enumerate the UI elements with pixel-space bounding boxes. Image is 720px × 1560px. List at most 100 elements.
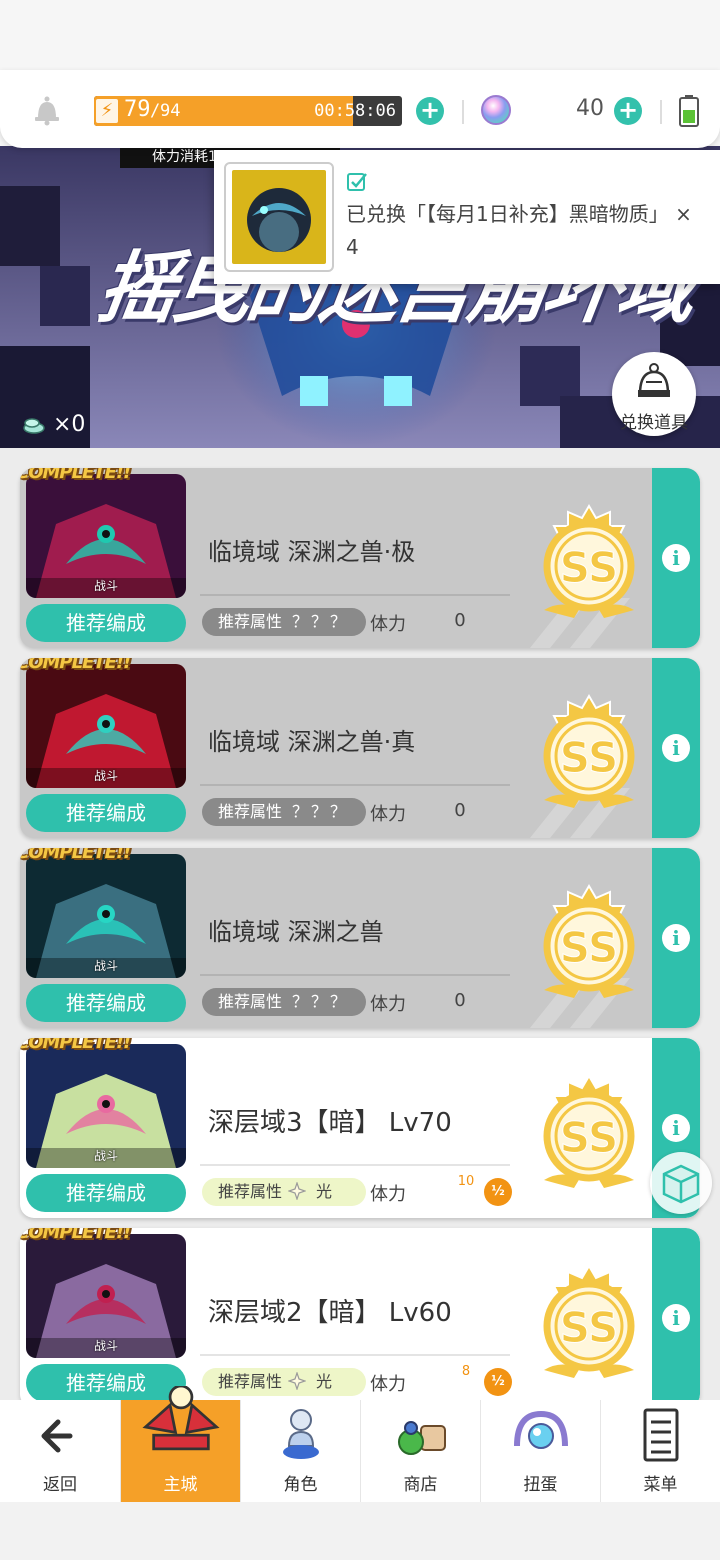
recommended-attribute-value: 光 xyxy=(316,1372,336,1391)
divider xyxy=(462,100,464,124)
stage-list[interactable]: 战斗 推荐编成 临境域 深渊之兽·极 推荐属性 ？？？ 体力 0 SS i COM… xyxy=(0,448,720,1400)
stamina-bar: ⚡ 79 / 94 00:58:06 xyxy=(94,96,402,126)
recommended-attribute-label: 推荐属性 xyxy=(218,612,283,631)
light-element-icon xyxy=(288,1182,307,1200)
info-icon[interactable]: i xyxy=(662,1114,690,1142)
rank-ss-emblem: SS xyxy=(543,694,635,808)
nav-gacha[interactable]: 扭蛋 xyxy=(480,1400,600,1502)
divider xyxy=(660,100,662,124)
nav-menu[interactable]: 菜单 xyxy=(600,1400,720,1502)
status-bar: ⚡ 79 / 94 00:58:06 + 40 + xyxy=(0,70,720,148)
bell-icon[interactable] xyxy=(32,94,62,126)
recommended-attribute-pill: 推荐属性 ？？？ xyxy=(202,608,366,636)
rank-ss-emblem: SS xyxy=(543,504,635,618)
floating-cube-button[interactable] xyxy=(650,1152,712,1214)
stage-name: 临境域 深渊之兽·真 xyxy=(208,728,416,756)
stamina-cost-value: 0 xyxy=(454,800,466,821)
divider xyxy=(200,974,510,976)
stage-info-strip[interactable]: i xyxy=(652,1228,700,1400)
battery-icon xyxy=(679,95,699,127)
nav-back[interactable]: 返回 xyxy=(0,1400,120,1502)
redeem-toast: 已兑换「【每月1日补充】黑暗物质」 × 4 xyxy=(214,150,720,284)
complete-badge: COMPLETE!! xyxy=(20,1228,131,1243)
nav-main-city[interactable]: 主城 xyxy=(120,1386,240,1502)
complete-badge: COMPLETE!! xyxy=(20,658,131,673)
stage-card[interactable]: 战斗 推荐编成 临境域 深渊之兽·极 推荐属性？？？ 体力 0 SS i COM… xyxy=(20,468,700,648)
stamina-cost-value: 8 xyxy=(461,1364,471,1379)
stamina-cost-label: 体力 xyxy=(370,1184,406,1205)
info-icon[interactable]: i xyxy=(662,924,690,952)
stamina-half-badge: ½ xyxy=(484,1178,512,1206)
recommended-team-button[interactable]: 推荐编成 xyxy=(26,794,186,832)
rank-ss-emblem: SS xyxy=(543,884,635,998)
recommended-attribute-label: 推荐属性 xyxy=(218,1182,283,1201)
shop-icon xyxy=(398,1421,446,1455)
checkbox-checked-icon xyxy=(347,173,367,191)
bottom-navigation: 返回 主城 角色 商店 扭蛋 菜单 xyxy=(0,1386,720,1502)
stamina-cost-label: 体力 xyxy=(370,804,406,825)
stage-name: 深层域2【暗】 Lv60 xyxy=(208,1298,452,1328)
exchange-item-count-text: ×0 xyxy=(53,412,86,437)
stage-name: 临境域 深渊之兽·极 xyxy=(208,538,416,566)
nav-main-city-label: 主城 xyxy=(163,1475,198,1495)
stage-thumbnail: 战斗 xyxy=(26,1044,186,1168)
exchange-item-count: ×0 xyxy=(22,412,85,437)
stage-thumbnail: 战斗 xyxy=(26,664,186,788)
stage-type-label: 战斗 xyxy=(93,1339,118,1353)
divider xyxy=(200,1164,510,1166)
nav-menu-label: 菜单 xyxy=(643,1475,678,1495)
rank-text: SS xyxy=(560,1113,619,1162)
gem-count: 40 xyxy=(576,96,604,121)
stage-thumbnail: 战斗 xyxy=(26,474,186,598)
recommended-team-button[interactable]: 推荐编成 xyxy=(26,984,186,1022)
recommended-team-button[interactable]: 推荐编成 xyxy=(26,604,186,642)
recommended-attribute-value: ？？？ xyxy=(292,612,350,631)
exchange-token-icon xyxy=(23,418,45,434)
add-stamina-button[interactable]: + xyxy=(416,97,444,125)
recommended-attribute-pill: 推荐属性 光 xyxy=(202,1178,366,1206)
recommended-attribute-pill: 推荐属性 ？？？ xyxy=(202,988,366,1016)
stage-type-label: 战斗 xyxy=(93,1149,118,1163)
recommended-attribute-label: 推荐属性 xyxy=(218,802,283,821)
recommended-attribute-value: ？？？ xyxy=(292,992,350,1011)
stage-card[interactable]: 战斗 推荐编成 临境域 深渊之兽·真 推荐属性？？？ 体力 0 SS i COM… xyxy=(20,658,700,838)
stage-thumbnail: 战斗 xyxy=(26,1234,186,1358)
stage-card[interactable]: 战斗 推荐编成 深层域3【暗】 Lv70 推荐属性光 体力 10 ½ SS i … xyxy=(20,1038,700,1218)
stamina-current: 79 xyxy=(124,97,151,122)
recommended-attribute-label: 推荐属性 xyxy=(218,992,283,1011)
nav-back-label: 返回 xyxy=(43,1475,77,1495)
stage-card[interactable]: 战斗 推荐编成 临境域 深渊之兽 推荐属性？？？ 体力 0 SS i COMPL… xyxy=(20,848,700,1028)
stage-name: 临境域 深渊之兽 xyxy=(208,918,384,946)
recommended-attribute-pill: 推荐属性 ？？？ xyxy=(202,798,366,826)
gacha-icon xyxy=(514,1410,568,1449)
info-icon[interactable]: i xyxy=(662,734,690,762)
info-icon[interactable]: i xyxy=(662,1304,690,1332)
info-icon[interactable]: i xyxy=(662,544,690,572)
stamina-cost-value: 10 xyxy=(457,1174,475,1189)
toast-item-frame xyxy=(224,162,334,272)
dark-matter-icon xyxy=(232,170,326,264)
recommended-attribute-value: 光 xyxy=(316,1182,336,1201)
bell-shaped-item-icon xyxy=(638,363,670,397)
stage-thumbnail: 战斗 xyxy=(26,854,186,978)
add-gems-button[interactable]: + xyxy=(614,97,642,125)
stage-info-strip[interactable]: i xyxy=(652,848,700,1028)
stage-card[interactable]: 战斗 推荐编成 深层域2【暗】 Lv60 推荐属性光 体力 8 ½ SS i C… xyxy=(20,1228,700,1400)
recommended-team-button[interactable]: 推荐编成 xyxy=(26,1174,186,1212)
stamina-cost-label: 体力 xyxy=(370,614,406,635)
menu-list-icon xyxy=(643,1408,679,1462)
back-arrow-icon xyxy=(41,1419,73,1453)
stage-info-strip[interactable]: i xyxy=(652,468,700,648)
nav-shop[interactable]: 商店 xyxy=(360,1400,480,1502)
rank-text: SS xyxy=(560,923,619,972)
stage-info-strip[interactable]: i xyxy=(652,658,700,838)
complete-badge: COMPLETE!! xyxy=(20,848,131,863)
nav-character[interactable]: 角色 xyxy=(240,1400,360,1502)
rank-text: SS xyxy=(560,733,619,782)
divider xyxy=(200,1354,510,1356)
stamina-cost-label: 体力 xyxy=(370,1374,406,1395)
divider xyxy=(200,784,510,786)
stage-type-label: 战斗 xyxy=(93,959,118,973)
redeem-items-button[interactable]: 兑换道具 xyxy=(612,352,696,436)
nav-character-label: 角色 xyxy=(283,1475,318,1495)
